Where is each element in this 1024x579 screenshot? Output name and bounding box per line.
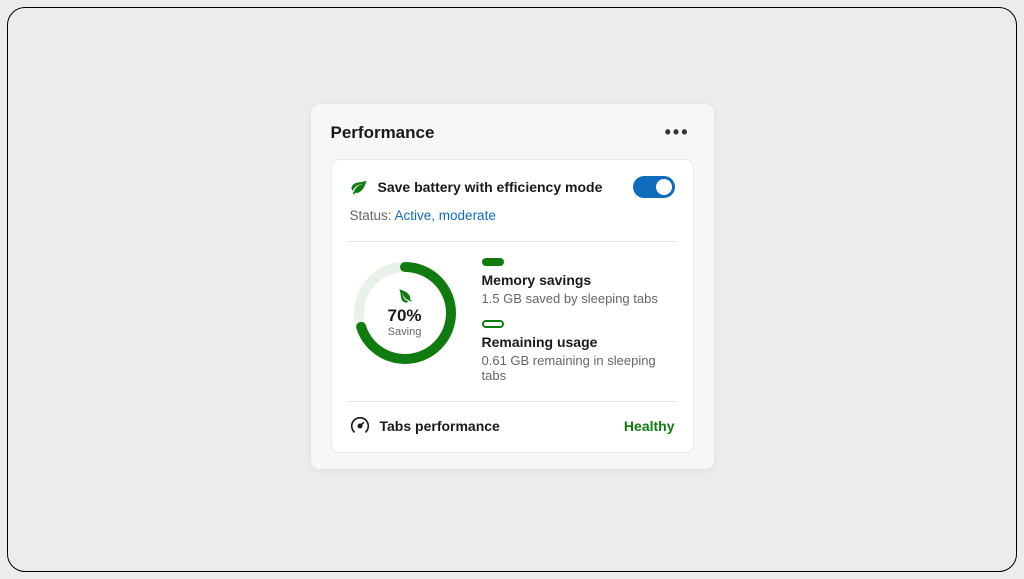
- efficiency-mode-row: Save battery with efficiency mode: [350, 176, 675, 198]
- memory-savings-title: Memory savings: [482, 272, 675, 288]
- leaf-icon: [350, 178, 368, 196]
- efficiency-left: Save battery with efficiency mode: [350, 178, 603, 196]
- app-frame: Performance ••• Save battery with effici…: [7, 7, 1017, 572]
- stats-row: 70% Saving Memory savings 1.5 GB saved b…: [350, 242, 675, 401]
- status-link[interactable]: Active, moderate: [395, 208, 496, 223]
- gauge-caption: Saving: [388, 326, 422, 338]
- status-prefix: Status:: [350, 208, 395, 223]
- pill-filled-icon: [482, 258, 504, 266]
- health-status-badge: Healthy: [624, 418, 675, 434]
- gauge-percent: 70%: [387, 306, 421, 326]
- memory-savings-item: Memory savings 1.5 GB saved by sleeping …: [482, 258, 675, 306]
- performance-panel: Save battery with efficiency mode Status…: [331, 159, 694, 453]
- performance-card: Performance ••• Save battery with effici…: [310, 103, 715, 470]
- remaining-usage-item: Remaining usage 0.61 GB remaining in sle…: [482, 320, 675, 383]
- pill-outline-icon: [482, 320, 504, 328]
- tabs-perf-label: Tabs performance: [380, 418, 500, 434]
- card-header: Performance •••: [331, 122, 694, 143]
- tabs-performance-row[interactable]: Tabs performance Healthy: [350, 402, 675, 444]
- remaining-usage-desc: 0.61 GB remaining in sleeping tabs: [482, 353, 675, 383]
- savings-gauge: 70% Saving: [350, 258, 460, 368]
- speedometer-icon: [350, 416, 370, 436]
- more-button[interactable]: •••: [661, 122, 694, 143]
- card-title: Performance: [331, 123, 435, 143]
- toggle-knob: [656, 179, 672, 195]
- gauge-leaf-icon: [397, 288, 413, 304]
- status-row: Status: Active, moderate: [350, 208, 675, 223]
- efficiency-label: Save battery with efficiency mode: [378, 179, 603, 195]
- gauge-center: 70% Saving: [350, 258, 460, 368]
- tabs-perf-left: Tabs performance: [350, 416, 500, 436]
- memory-savings-desc: 1.5 GB saved by sleeping tabs: [482, 291, 675, 306]
- remaining-usage-title: Remaining usage: [482, 334, 675, 350]
- efficiency-toggle[interactable]: [633, 176, 675, 198]
- stats-info: Memory savings 1.5 GB saved by sleeping …: [482, 258, 675, 383]
